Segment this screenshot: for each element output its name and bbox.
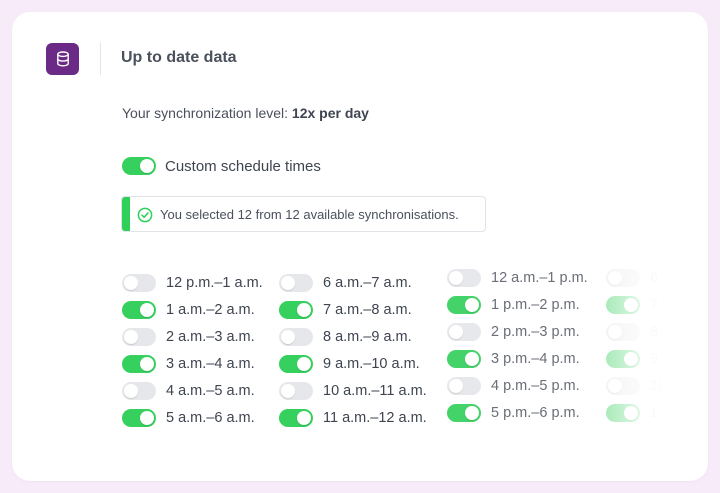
sync-level-value: 12x per day	[291, 105, 369, 121]
slot-row: 12 p.m.–1 a.m.	[122, 274, 263, 292]
slot-toggle[interactable]	[606, 269, 640, 287]
slot-label: 7	[650, 297, 659, 313]
slot-label: 12 p.m.–1 a.m.	[166, 275, 263, 291]
notice-accent-bar	[122, 197, 130, 231]
slot-row: 11 a.m.–12 a.m.	[279, 409, 427, 427]
slot-row: 4 a.m.–5 a.m.	[122, 382, 255, 400]
slot-row: 2 p.m.–3 p.m.	[447, 323, 580, 341]
slot-label: 3 p.m.–4 p.m.	[491, 351, 580, 367]
slot-label: 2 a.m.–3 a.m.	[166, 329, 255, 345]
slot-row: 3 p.m.–4 p.m.	[447, 350, 580, 368]
slot-toggle[interactable]	[122, 274, 156, 292]
slot-label: 9 a.m.–10 a.m.	[323, 356, 420, 372]
slot-row: 9 a.m.–10 a.m.	[279, 355, 420, 373]
slot-toggle[interactable]	[606, 350, 640, 368]
slot-toggle[interactable]	[447, 350, 481, 368]
slot-toggle[interactable]	[279, 274, 313, 292]
sync-level-prefix: Your synchronization level:	[122, 105, 289, 121]
slot-label: 2 p.m.–3 p.m.	[491, 324, 580, 340]
slot-toggle[interactable]	[606, 296, 640, 314]
slot-row: 7 a.m.–8 a.m.	[279, 301, 412, 319]
slot-row: 1(	[606, 377, 663, 395]
slot-toggle[interactable]	[122, 301, 156, 319]
slot-label: 7 a.m.–8 a.m.	[323, 302, 412, 318]
slot-toggle[interactable]	[279, 301, 313, 319]
custom-schedule-toggle[interactable]	[122, 157, 156, 175]
slot-label: 5 p.m.–6 p.m.	[491, 405, 580, 421]
slot-row: 6 a.m.–7 a.m.	[279, 274, 412, 292]
slot-toggle[interactable]	[122, 328, 156, 346]
slot-row: 1 a.m.–2 a.m.	[122, 301, 255, 319]
sync-level-text: Your synchronization level: 12x per day	[122, 105, 369, 121]
slot-label: 3 a.m.–4 a.m.	[166, 356, 255, 372]
slot-label: 1(	[650, 378, 663, 394]
slot-label: 1 p.m.–2 p.m.	[491, 297, 580, 313]
custom-schedule-label: Custom schedule times	[165, 157, 321, 175]
slot-row: 3 a.m.–4 a.m.	[122, 355, 255, 373]
slot-label: 8 a.m.–9 a.m.	[323, 329, 412, 345]
slot-label: 5 a.m.–6 a.m.	[166, 410, 255, 426]
slot-toggle[interactable]	[606, 323, 640, 341]
slot-row: 4 p.m.–5 p.m.	[447, 377, 580, 395]
selection-notice: You selected 12 from 12 available synchr…	[121, 196, 486, 232]
slot-toggle[interactable]	[122, 355, 156, 373]
slot-toggle[interactable]	[279, 328, 313, 346]
notice-text: You selected 12 from 12 available synchr…	[160, 207, 459, 222]
sync-settings-card: Up to date data Your synchronization lev…	[12, 12, 708, 481]
slot-toggle[interactable]	[606, 377, 640, 395]
slot-label: 12 a.m.–1 p.m.	[491, 270, 588, 286]
slot-toggle[interactable]	[447, 269, 481, 287]
slot-label: 9	[650, 351, 659, 367]
slot-toggle[interactable]	[447, 296, 481, 314]
slot-row: 8	[606, 323, 658, 341]
header-divider	[100, 42, 101, 75]
check-circle-icon	[137, 207, 153, 228]
slot-toggle[interactable]	[279, 355, 313, 373]
slot-label: 8	[650, 324, 659, 340]
slot-row: 5 p.m.–6 p.m.	[447, 404, 580, 422]
custom-schedule-row: Custom schedule times	[122, 157, 321, 175]
slot-row: 10 a.m.–11 a.m.	[279, 382, 427, 400]
slot-toggle[interactable]	[447, 377, 481, 395]
slot-row: 6	[606, 269, 658, 287]
slot-toggle[interactable]	[447, 323, 481, 341]
slot-row: 5 a.m.–6 a.m.	[122, 409, 255, 427]
slot-row: 1 p.m.–2 p.m.	[447, 296, 580, 314]
slot-label: 10 a.m.–11 a.m.	[323, 383, 427, 399]
slot-label: 4 a.m.–5 a.m.	[166, 383, 255, 399]
slot-toggle[interactable]	[279, 409, 313, 427]
slot-row: 9	[606, 350, 658, 368]
slot-row: 2 a.m.–3 a.m.	[122, 328, 255, 346]
slot-toggle[interactable]	[122, 382, 156, 400]
slot-row: 12 a.m.–1 p.m.	[447, 269, 588, 287]
slot-label: 1	[650, 405, 659, 421]
slot-row: 1	[606, 404, 658, 422]
slot-label: 4 p.m.–5 p.m.	[491, 378, 580, 394]
slot-toggle[interactable]	[122, 409, 156, 427]
slot-label: 1 a.m.–2 a.m.	[166, 302, 255, 318]
slot-toggle[interactable]	[279, 382, 313, 400]
slot-label: 6	[650, 270, 659, 286]
slot-toggle[interactable]	[606, 404, 640, 422]
slot-row: 7	[606, 296, 658, 314]
slot-row: 8 a.m.–9 a.m.	[279, 328, 412, 346]
slot-label: 11 a.m.–12 a.m.	[323, 410, 427, 426]
database-icon	[46, 43, 79, 75]
slot-label: 6 a.m.–7 a.m.	[323, 275, 412, 291]
page-title: Up to date data	[121, 49, 237, 66]
slot-toggle[interactable]	[447, 404, 481, 422]
